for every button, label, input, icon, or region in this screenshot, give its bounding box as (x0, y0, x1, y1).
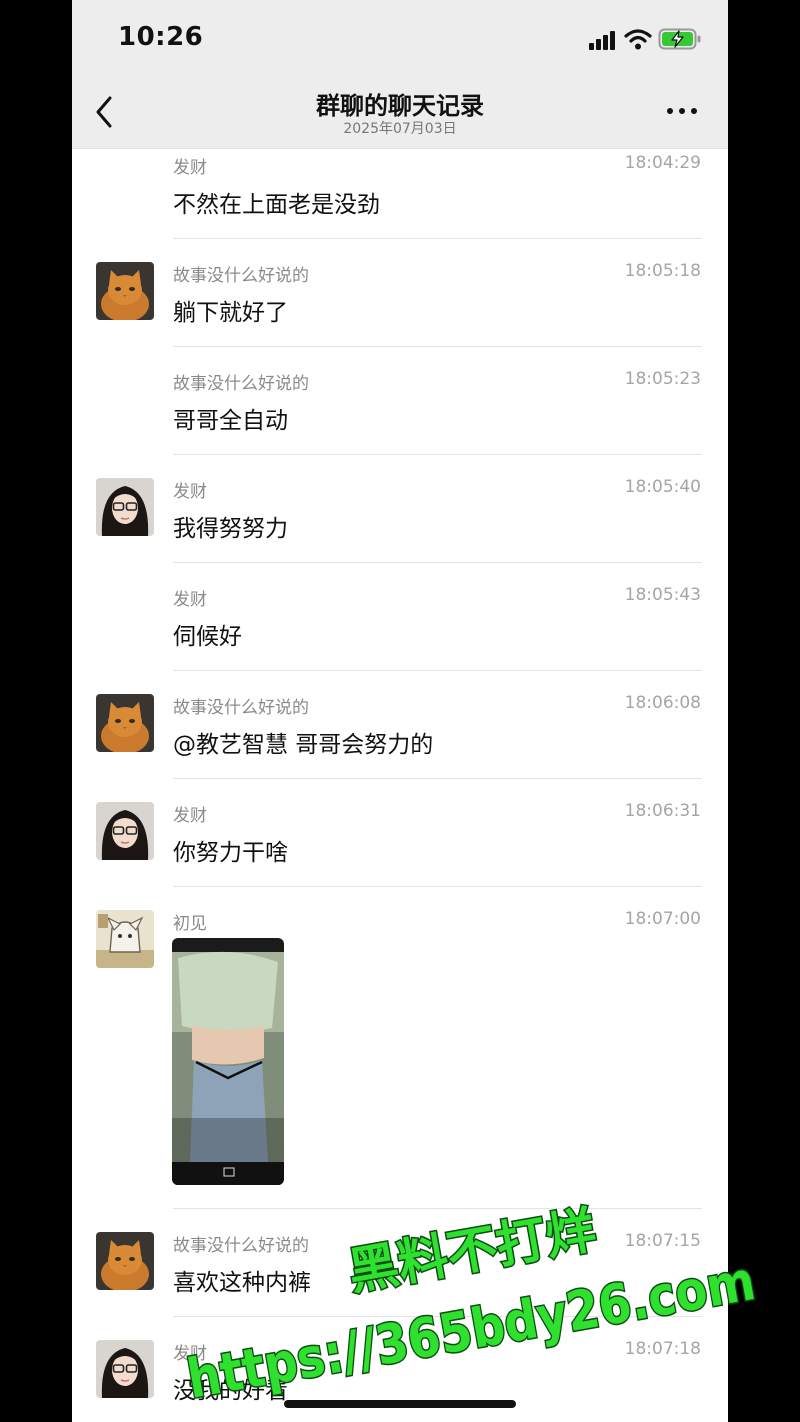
sender-name: 故事没什么好说的 (173, 698, 309, 718)
message-time: 18:06:31 (624, 801, 701, 821)
message-divider (173, 670, 702, 671)
status-time: 10:26 (118, 22, 204, 52)
message-text[interactable]: 伺候好 (173, 617, 242, 651)
message-divider (173, 238, 702, 239)
sender-name: 故事没什么好说的 (173, 266, 309, 286)
status-bar: 10:26 (72, 0, 728, 80)
message-divider (173, 454, 702, 455)
message-divider (173, 778, 702, 779)
cellular-signal-icon (589, 31, 615, 50)
orange-cat-avatar[interactable] (96, 694, 154, 752)
girl-glasses-avatar[interactable] (96, 802, 154, 860)
message-text[interactable]: 不然在上面老是没劲 (173, 185, 380, 219)
message-time: 18:04:29 (624, 153, 701, 173)
wifi-icon (624, 29, 652, 50)
anime-avatar[interactable] (96, 910, 154, 968)
message-time: 18:07:00 (624, 909, 701, 929)
home-indicator[interactable] (284, 1400, 516, 1408)
girl-glasses-avatar[interactable] (96, 1340, 154, 1398)
message-time: 18:06:08 (624, 693, 701, 713)
battery-charging-icon (658, 28, 701, 50)
message-text[interactable]: 没我的好看 (173, 1371, 288, 1405)
message-divider (173, 562, 702, 563)
message-text[interactable]: 躺下就好了 (173, 293, 288, 327)
message-text[interactable]: @教艺智慧 哥哥会努力的 (173, 725, 433, 759)
orange-cat-avatar[interactable] (96, 262, 154, 320)
message-time: 18:05:40 (624, 477, 701, 497)
sender-name: 初见 (173, 914, 207, 934)
message-text[interactable]: 我得努努力 (173, 509, 288, 543)
message-time: 18:05:23 (624, 369, 701, 389)
sender-name: 故事没什么好说的 (173, 374, 309, 394)
sender-name: 发财 (173, 806, 207, 826)
message-text[interactable]: 哥哥全自动 (173, 401, 288, 435)
photo-message[interactable] (172, 938, 284, 1185)
chat-history-screen: 10:26 群聊的聊天记录 2025年07月03日 发财 18:04:29 不然… (72, 0, 728, 1422)
nav-bar: 群聊的聊天记录 2025年07月03日 (72, 80, 728, 149)
sender-name: 故事没什么好说的 (173, 1236, 309, 1256)
message-text[interactable]: 喜欢这种内裤 (173, 1263, 311, 1297)
more-options-icon[interactable] (664, 98, 700, 124)
girl-glasses-avatar[interactable] (96, 478, 154, 536)
orange-cat-avatar[interactable] (96, 1232, 154, 1290)
message-divider (173, 886, 702, 887)
page-title: 群聊的聊天记录 (316, 92, 484, 120)
message-text[interactable]: 你努力干啥 (173, 833, 288, 867)
message-divider (173, 1208, 702, 1209)
message-time: 18:07:18 (624, 1339, 701, 1359)
message-divider (173, 1316, 702, 1317)
page-subtitle-date: 2025年07月03日 (343, 121, 457, 137)
message-time: 18:05:43 (624, 585, 701, 605)
message-divider (173, 346, 702, 347)
sender-name: 发财 (173, 1344, 207, 1364)
sender-name: 发财 (173, 482, 207, 502)
message-time: 18:07:15 (624, 1231, 701, 1251)
message-time: 18:05:18 (624, 261, 701, 281)
sender-name: 发财 (173, 590, 207, 610)
sender-name: 发财 (173, 158, 207, 178)
